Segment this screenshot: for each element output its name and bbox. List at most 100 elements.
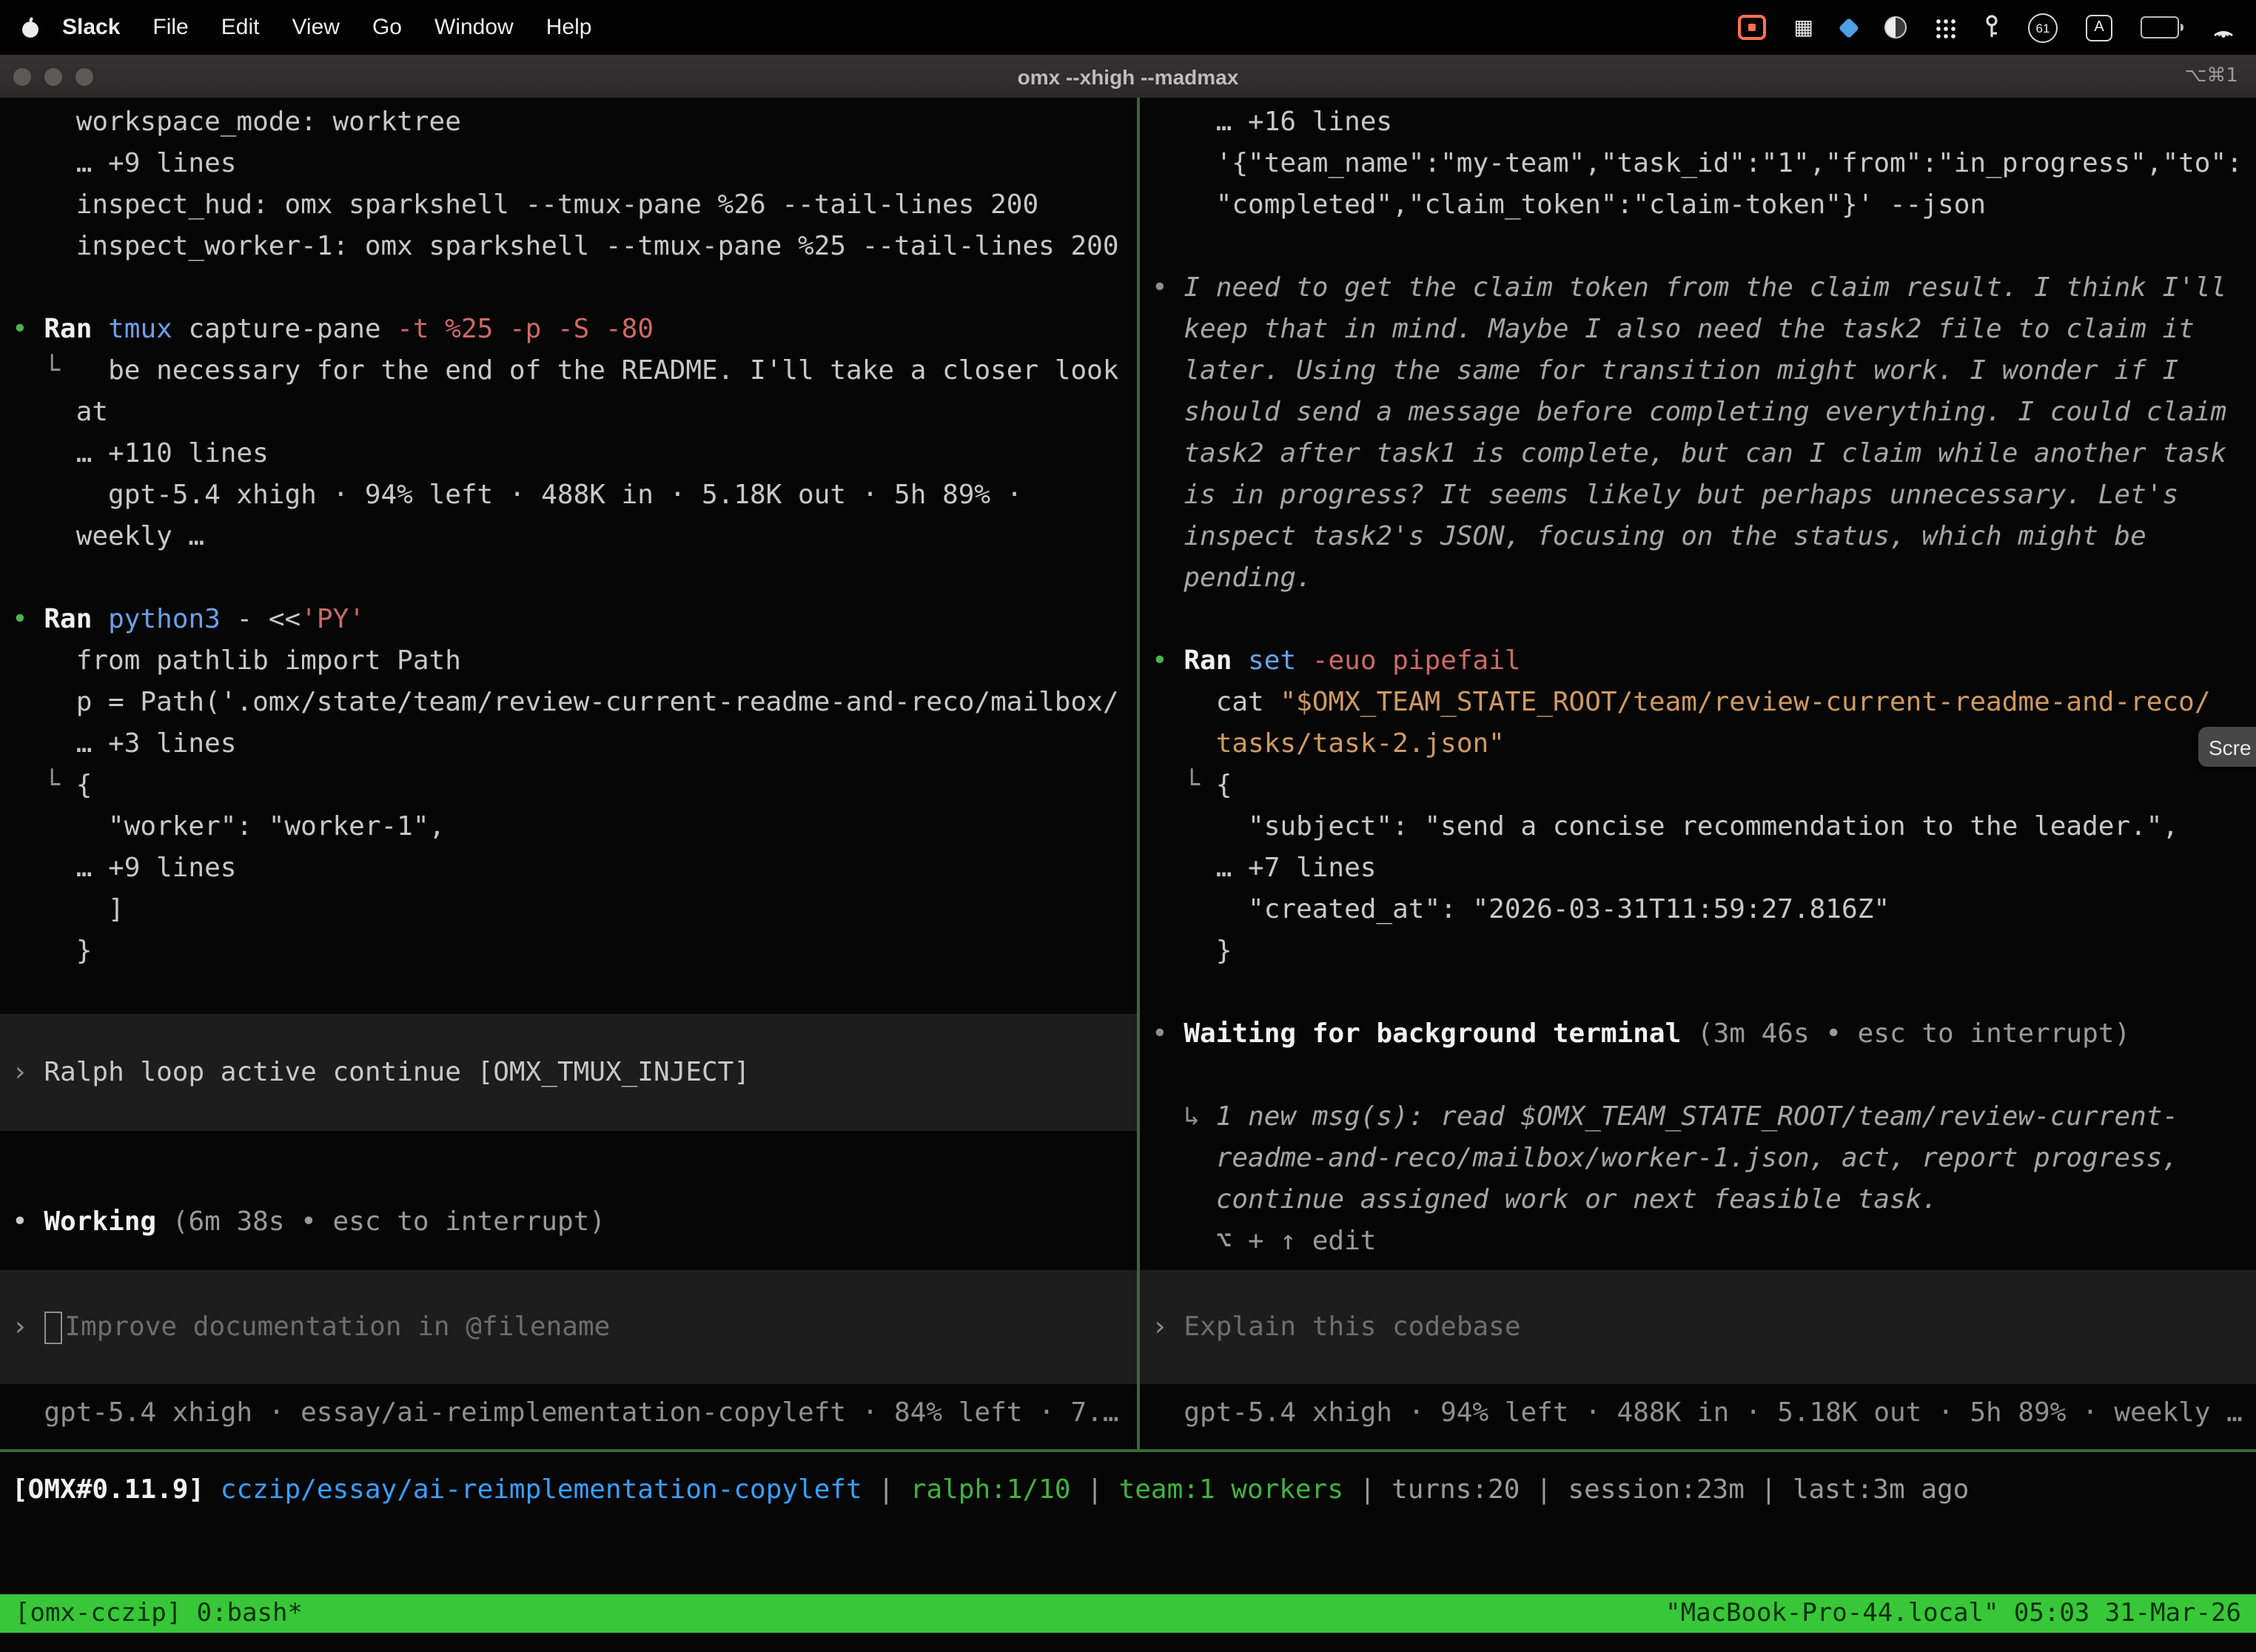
spacer bbox=[0, 1384, 1137, 1393]
text-segment: "subject": "send a concise recommendatio… bbox=[1152, 811, 2178, 842]
terminal-line: ↳ 1 new msg(s): read $OMX_TEAM_STATE_ROO… bbox=[1140, 1097, 2256, 1138]
terminal-line: task2 after task1 is complete, but can I… bbox=[1140, 434, 2256, 475]
text-segment: ⌥ + ↑ edit bbox=[1152, 1226, 1376, 1257]
tmux-status-bar: [omx-cczip] 0:bash* "MacBook-Pro-44.loca… bbox=[0, 1594, 2256, 1633]
apple-logo-icon bbox=[21, 16, 40, 38]
menu-view[interactable]: View bbox=[275, 15, 356, 40]
terminal-line: "worker": "worker-1", bbox=[0, 807, 1137, 848]
text-segment: tmux bbox=[108, 314, 188, 345]
text-segment: inspect_hud: omx sparkshell --tmux-pane … bbox=[12, 189, 1038, 221]
text-segment: '{"team_name":"my-team","task_id":"1","f… bbox=[1152, 148, 2243, 179]
working-status: • Working (6m 38s • esc to interrupt) bbox=[0, 1202, 1137, 1243]
text-segment: gpt-5.4 xhigh · essay/ai-reimplementatio… bbox=[12, 1397, 1119, 1428]
terminal-line: gpt-5.4 xhigh · 94% left · 488K in · 5.1… bbox=[0, 475, 1137, 517]
text-segment: Ran bbox=[44, 314, 108, 345]
text-segment: Ran bbox=[1184, 645, 1248, 676]
terminal-line: … +7 lines bbox=[1140, 848, 2256, 890]
prompt-input[interactable]: › Explain this codebase bbox=[1140, 1270, 2256, 1384]
text-segment: › bbox=[12, 1312, 44, 1343]
terminal-line: … +3 lines bbox=[0, 724, 1137, 765]
contrast-app-icon[interactable] bbox=[1884, 11, 1907, 44]
text-segment: ↳ bbox=[1152, 1101, 1216, 1132]
terminal-line: readme-and-reco/mailbox/worker-1.json, a… bbox=[1140, 1138, 2256, 1180]
terminal-line: inspect_hud: omx sparkshell --tmux-pane … bbox=[0, 185, 1137, 226]
text-segment bbox=[204, 1474, 221, 1505]
text-segment: } bbox=[1152, 936, 1232, 967]
battery-percentage-badge[interactable]: 61 bbox=[2028, 13, 2058, 42]
active-app-menu[interactable]: Slack bbox=[46, 15, 136, 40]
terminal-line: later. Using the same for transition mig… bbox=[1140, 351, 2256, 392]
spacer bbox=[1140, 1263, 2256, 1270]
text-segment: … +7 lines bbox=[1152, 853, 1376, 884]
text-segment: └ bbox=[12, 770, 76, 801]
text-segment: capture-pane bbox=[188, 314, 397, 345]
window-title: omx --xhigh --madmax bbox=[0, 64, 2256, 88]
terminal-line: pending. bbox=[1140, 558, 2256, 600]
menu-go[interactable]: Go bbox=[356, 15, 418, 40]
menu-window[interactable]: Window bbox=[418, 15, 530, 40]
macos-menubar: Slack File Edit View Go Window Help ▦ 61… bbox=[0, 0, 2256, 55]
text-segment: • bbox=[12, 1206, 44, 1238]
terminal-line: … +110 lines bbox=[0, 434, 1137, 475]
text-segment: … +16 lines bbox=[1152, 107, 1392, 138]
input-source-icon[interactable]: A bbox=[2086, 14, 2112, 41]
terminal-line: … +16 lines bbox=[1140, 102, 2256, 144]
text-segment: task2 after task1 is complete, but can I… bbox=[1152, 438, 2226, 469]
text-segment: be necessary for the end of the README. … bbox=[108, 355, 1118, 386]
text-segment: at bbox=[12, 397, 108, 428]
screen-recording-indicator-icon[interactable] bbox=[1738, 11, 1766, 44]
terminal-line: tasks/task-2.json" bbox=[1140, 724, 2256, 765]
spacer bbox=[1140, 1384, 2256, 1393]
text-segment: "completed","claim_token":"claim-token"}… bbox=[1152, 189, 1986, 221]
text-segment: - << bbox=[237, 604, 301, 635]
text-segment: … +9 lines bbox=[12, 148, 236, 179]
terminal-line: … +9 lines bbox=[0, 144, 1137, 185]
text-segment: … +3 lines bbox=[12, 728, 236, 759]
terminal-line: • Ran set -euo pipefail bbox=[1140, 641, 2256, 682]
battery-icon[interactable] bbox=[2141, 11, 2183, 44]
keyboard-grid-icon[interactable]: ▦ bbox=[1794, 11, 1813, 44]
terminal-line: inspect task2's JSON, focusing on the st… bbox=[1140, 517, 2256, 558]
terminal-line: keep that in mind. Maybe I also need the… bbox=[1140, 309, 2256, 351]
menu-file[interactable]: File bbox=[136, 15, 204, 40]
menu-edit[interactable]: Edit bbox=[205, 15, 276, 40]
terminal-line: └ { bbox=[0, 765, 1137, 807]
text-segment: turns:20 bbox=[1391, 1474, 1520, 1505]
terminal-line: } bbox=[1140, 931, 2256, 973]
text-segment: ] bbox=[12, 894, 124, 925]
fan-app-icon[interactable] bbox=[2212, 11, 2235, 44]
text-segment: Working bbox=[44, 1206, 172, 1238]
waiting-status: • Waiting for background terminal (3m 46… bbox=[1140, 1014, 2256, 1055]
text-segment: later. Using the same for transition mig… bbox=[1152, 355, 2178, 386]
key-app-icon[interactable] bbox=[1984, 11, 2000, 44]
terminal-line: from pathlib import Path bbox=[0, 641, 1137, 682]
prompt-input[interactable]: › Improve documentation in @filename bbox=[0, 1270, 1137, 1384]
tmux-pane-divider-horizontal[interactable] bbox=[0, 1449, 2256, 1452]
dots-grid-icon[interactable] bbox=[1935, 11, 1955, 44]
text-segment: 'PY' bbox=[301, 604, 365, 635]
text-segment: … +9 lines bbox=[12, 853, 236, 884]
terminal-line: • I need to get the claim token from the… bbox=[1140, 268, 2256, 309]
menu-help[interactable]: Help bbox=[530, 15, 608, 40]
apple-menu-icon[interactable] bbox=[21, 16, 40, 38]
window-titlebar[interactable]: omx --xhigh --madmax ⌥⌘1 bbox=[0, 55, 2256, 99]
terminal-line: "created_at": "2026-03-31T11:59:27.816Z" bbox=[1140, 890, 2256, 931]
launcher-app-icon[interactable] bbox=[1842, 11, 1856, 44]
terminal-line: • Ran python3 - <<'PY' bbox=[0, 600, 1137, 641]
pane-status-line: gpt-5.4 xhigh · 94% left · 488K in · 5.1… bbox=[1140, 1393, 2256, 1434]
text-segment: Improve documentation in @filename bbox=[64, 1312, 610, 1343]
ralph-loop-banner: › Ralph loop active continue [OMX_TMUX_I… bbox=[0, 1014, 1137, 1131]
text-segment: is in progress? It seems likely but perh… bbox=[1152, 480, 2178, 511]
fan-glyph-icon bbox=[2212, 17, 2235, 38]
pane-status-line: gpt-5.4 xhigh · essay/ai-reimplementatio… bbox=[0, 1393, 1137, 1434]
tmux-session-label: [omx-cczip] 0:bash* bbox=[15, 1599, 303, 1628]
text-segment: readme-and-reco/mailbox/worker-1.json, a… bbox=[1152, 1143, 2178, 1174]
text-segment: -t %25 -p -S -80 bbox=[397, 314, 654, 345]
text-segment: ralph:1/10 bbox=[910, 1474, 1071, 1505]
screen-share-popup[interactable]: Scre bbox=[2198, 727, 2256, 767]
terminal-line: cat "$OMX_TEAM_STATE_ROOT/team/review-cu… bbox=[1140, 682, 2256, 724]
text-segment: • bbox=[1152, 1018, 1184, 1050]
text-segment: pending. bbox=[1152, 563, 1312, 594]
terminal-line: } bbox=[0, 931, 1137, 973]
terminal-pane-left: workspace_mode: worktree … +9 lines insp… bbox=[0, 98, 1137, 1454]
